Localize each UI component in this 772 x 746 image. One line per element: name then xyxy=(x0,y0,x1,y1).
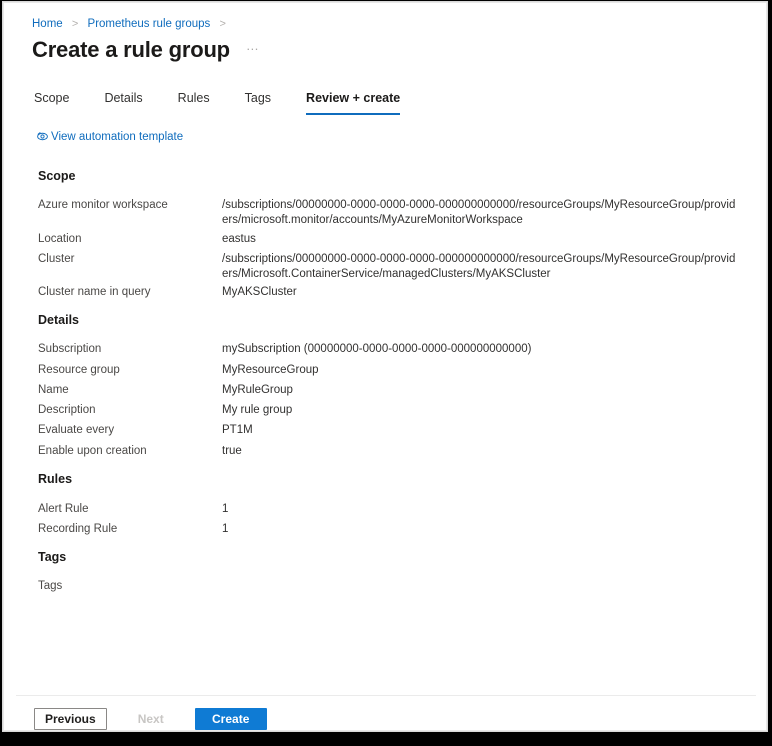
row-label-description: Description xyxy=(38,404,96,416)
section-heading-details: Details xyxy=(38,313,79,327)
row-value-location: eastus xyxy=(222,233,256,245)
wizard-footer: Previous Next Create xyxy=(34,708,275,730)
section-heading-rules: Rules xyxy=(38,472,73,486)
create-button[interactable]: Create xyxy=(194,708,267,730)
row-label-location: Location xyxy=(38,233,82,245)
previous-button[interactable]: Previous xyxy=(34,708,107,730)
section-heading-scope: Scope xyxy=(38,169,76,183)
row-value-alert-rule: 1 xyxy=(222,503,229,515)
row-value-azure-monitor-workspace: /subscriptions/00000000-0000-0000-0000-0… xyxy=(222,199,736,226)
tab-scope[interactable]: Scope xyxy=(34,91,69,115)
section-heading-tags: Tags xyxy=(38,550,67,564)
row-value-recording-rule: 1 xyxy=(222,523,229,535)
footer-divider xyxy=(16,695,756,696)
row-value-subscription: mySubscription (00000000-0000-0000-0000-… xyxy=(222,343,532,355)
row-label-cluster-name-in-query: Cluster name in query xyxy=(38,286,151,298)
row-label-evaluate-every: Evaluate every xyxy=(38,424,115,436)
tab-review-create[interactable]: Review + create xyxy=(306,91,401,115)
row-label-recording-rule: Recording Rule xyxy=(38,523,118,535)
breadcrumb: Home > Prometheus rule groups > xyxy=(32,16,232,32)
row-label-resource-group: Resource group xyxy=(38,364,120,376)
page-header: Create a rule group … xyxy=(32,36,260,64)
row-value-evaluate-every: PT1M xyxy=(222,424,253,436)
row-label-tags: Tags xyxy=(38,580,63,592)
breadcrumb-separator-icon-2: > xyxy=(219,18,226,30)
row-value-cluster-name-in-query: MyAKSCluster xyxy=(222,286,297,298)
view-automation-template-link[interactable]: View automation template xyxy=(36,130,183,143)
tab-rules[interactable]: Rules xyxy=(178,91,210,115)
row-value-name: MyRuleGroup xyxy=(222,384,293,396)
screenshot-frame: Home > Prometheus rule groups > Create a… xyxy=(0,0,772,746)
next-button: Next xyxy=(114,708,187,730)
row-label-alert-rule: Alert Rule xyxy=(38,503,89,515)
view-eye-icon xyxy=(37,132,48,141)
tab-tags[interactable]: Tags xyxy=(245,91,271,115)
wizard-tabs: Scope Details Rules Tags Review + create xyxy=(34,91,401,115)
more-options-icon[interactable]: … xyxy=(246,39,260,59)
breadcrumb-item-home[interactable]: Home xyxy=(32,18,63,30)
row-value-description: My rule group xyxy=(222,404,293,416)
tab-details[interactable]: Details xyxy=(104,91,142,115)
row-value-enable-upon-creation: true xyxy=(222,445,242,457)
row-value-cluster: /subscriptions/00000000-0000-0000-0000-0… xyxy=(222,253,736,280)
row-label-subscription: Subscription xyxy=(38,343,102,355)
row-label-enable-upon-creation: Enable upon creation xyxy=(38,445,147,457)
create-rule-group-blade: Home > Prometheus rule groups > Create a… xyxy=(3,2,767,731)
page-title: Create a rule group xyxy=(32,37,230,62)
row-label-azure-monitor-workspace: Azure monitor workspace xyxy=(38,199,168,211)
row-label-name: Name xyxy=(38,384,69,396)
row-value-resource-group: MyResourceGroup xyxy=(222,364,319,376)
row-label-cluster: Cluster xyxy=(38,253,75,265)
view-automation-template-label: View automation template xyxy=(51,130,184,143)
breadcrumb-item-prometheus-rule-groups[interactable]: Prometheus rule groups xyxy=(88,18,211,30)
breadcrumb-separator-icon: > xyxy=(71,18,79,30)
